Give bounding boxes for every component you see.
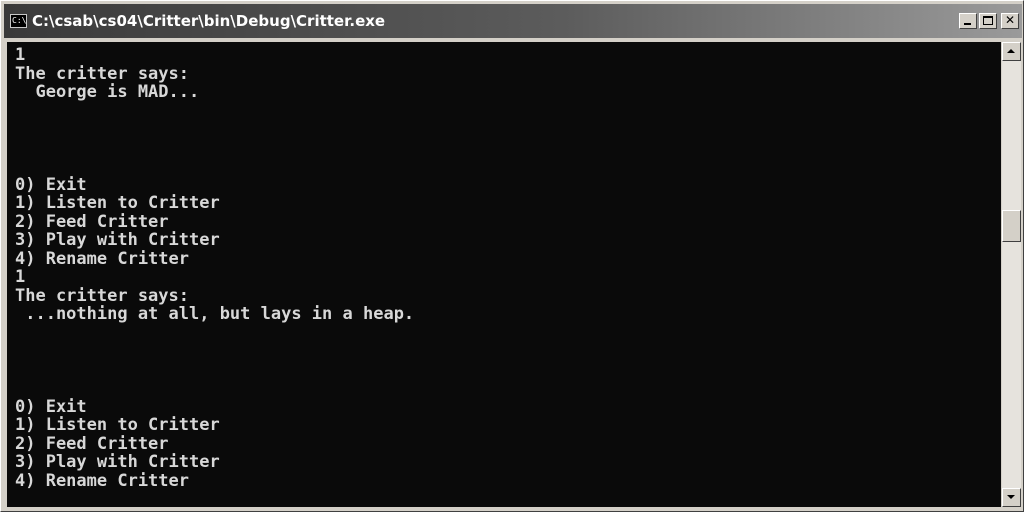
console-window: C:\ C:\csab\cs04\Critter\bin\Debug\Critt… (0, 0, 1024, 512)
close-icon: ✕ (1004, 13, 1016, 27)
minimize-icon (964, 23, 971, 25)
console-output-text: 1 The critter says: George is MAD... 0) … (15, 45, 415, 491)
scroll-up-arrow-icon (1007, 49, 1015, 53)
vertical-scrollbar[interactable] (1002, 42, 1021, 507)
title-bar[interactable]: C:\ C:\csab\cs04\Critter\bin\Debug\Critt… (4, 4, 1022, 38)
scroll-up-button[interactable] (1002, 42, 1021, 61)
console-output-area[interactable]: 1 The critter says: George is MAD... 0) … (7, 42, 1001, 507)
window-title: C:\csab\cs04\Critter\bin\Debug\Critter.e… (32, 12, 386, 30)
close-button[interactable]: ✕ (1001, 13, 1019, 29)
scroll-down-arrow-icon (1007, 495, 1015, 499)
scroll-down-button[interactable] (1002, 488, 1021, 507)
maximize-button[interactable] (979, 13, 997, 29)
minimize-button[interactable] (959, 13, 977, 29)
maximize-icon (983, 16, 993, 25)
console-app-icon[interactable]: C:\ (10, 14, 27, 28)
scrollbar-thumb[interactable] (1002, 210, 1021, 242)
